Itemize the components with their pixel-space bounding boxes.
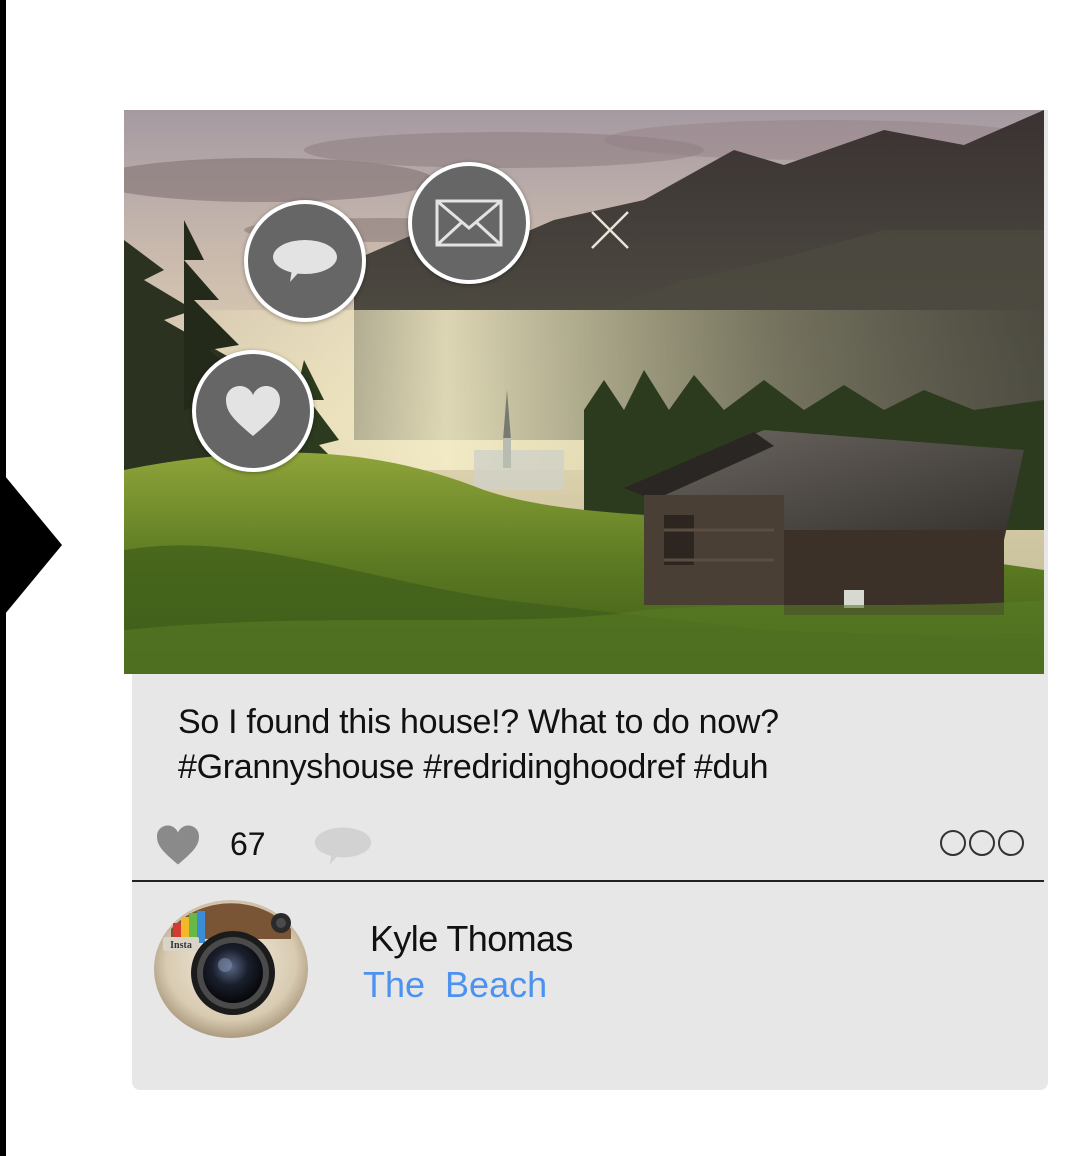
dot — [940, 830, 966, 856]
avatar[interactable]: Insta — [153, 899, 309, 1039]
caption-line-1: So I found this house!? What to do now? — [178, 703, 779, 741]
more-dots-icon[interactable] — [937, 830, 1024, 856]
like-count: 67 — [230, 826, 266, 862]
dot — [998, 830, 1024, 856]
envelope-icon — [435, 199, 503, 247]
close-icon[interactable] — [588, 208, 632, 252]
dot — [969, 830, 995, 856]
heart-icon — [226, 386, 280, 436]
avatar-badge: Insta — [170, 940, 192, 951]
like-button[interactable] — [192, 350, 314, 472]
message-button[interactable] — [408, 162, 530, 284]
speech-bubble-icon[interactable] — [312, 824, 374, 868]
caption-hashtags[interactable]: #Grannyshouse #redridinghoodref #duh — [178, 745, 958, 790]
previous-arrow-icon[interactable] — [0, 470, 62, 620]
comment-button[interactable] — [244, 200, 366, 322]
user-location-link[interactable]: The Beach — [363, 964, 547, 1006]
post-stats-row: 67 — [154, 818, 1026, 874]
heart-icon[interactable] — [154, 824, 202, 866]
divider — [132, 880, 1044, 882]
post-caption: So I found this house!? What to do now? … — [178, 700, 958, 790]
speech-bubble-icon — [273, 240, 337, 282]
user-name[interactable]: Kyle Thomas — [370, 918, 573, 960]
post-screen: So I found this house!? What to do now? … — [0, 0, 1090, 1156]
